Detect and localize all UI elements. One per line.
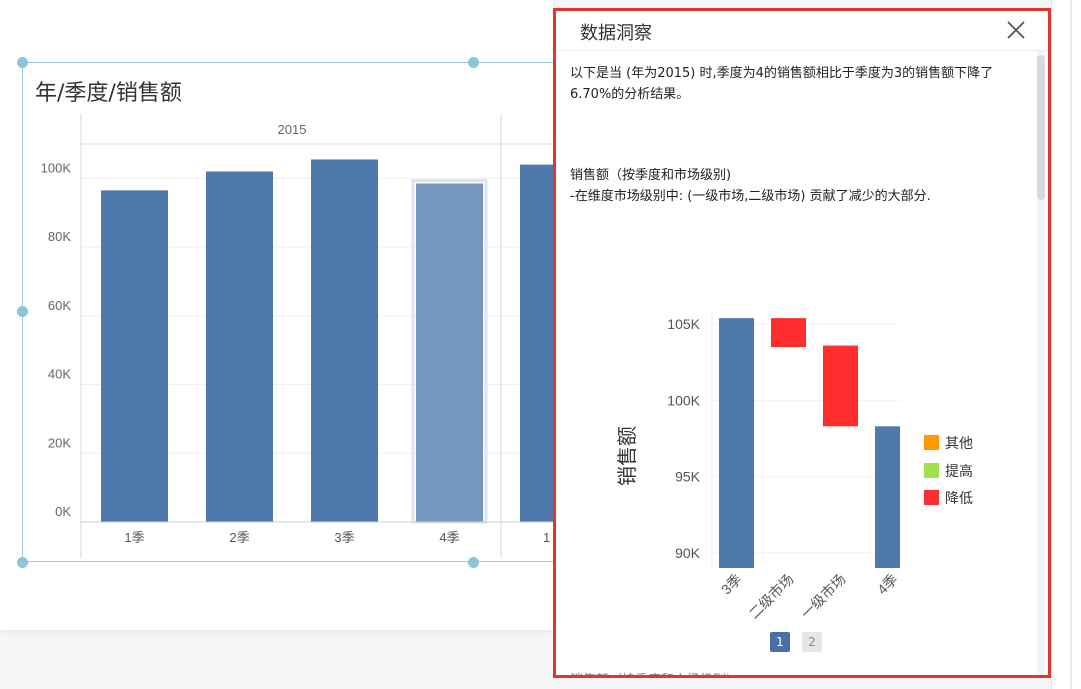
bar-next-group-partial[interactable] — [520, 164, 553, 523]
main-y-tick-label: 40K — [48, 367, 71, 382]
right-sidebar-strip — [1051, 0, 1081, 689]
waterfall-y-tick-label: 105K — [667, 316, 700, 332]
data-insight-panel: 数据洞察 以下是当 (年为2015) 时,季度为4的销售额相比于季度为3的销售额… — [553, 8, 1051, 678]
main-x-tick-label: 4季 — [439, 530, 459, 545]
bar-1季[interactable] — [101, 190, 168, 522]
main-y-tick-label: 80K — [48, 229, 71, 244]
insight-section: 销售额（按季度和市场级别) -在维度市场级别中: (一级市场,二级市场) 贡献了… — [570, 165, 1030, 207]
legend-swatch-increase — [924, 463, 939, 478]
waterfall-x-tick-label: 一级市场 — [798, 571, 849, 622]
main-y-tick-label: 0K — [55, 504, 71, 519]
main-y-tick-label: 100K — [41, 160, 72, 175]
legend-item-increase[interactable]: 提高 — [924, 461, 973, 481]
legend-label-decrease: 降低 — [945, 491, 973, 507]
legend-swatch-decrease — [924, 490, 939, 505]
legend-item-decrease[interactable]: 降低 — [924, 488, 973, 508]
legend-item-other[interactable]: 其他 — [924, 433, 973, 453]
panel-scrollbar-thumb[interactable] — [1037, 55, 1045, 200]
legend-label-increase: 提高 — [945, 464, 973, 480]
insight-summary-text: 以下是当 (年为2015) 时,季度为4的销售额相比于季度为3的销售额下降了6.… — [570, 66, 994, 102]
next-group-partial-label: 1 — [543, 530, 550, 545]
waterfall-chart: 90K 95K 100K 105K 3季 二级市场 一级市场 4季 销售额 — [616, 309, 900, 622]
close-icon — [1007, 21, 1025, 39]
waterfall-y-tick-label: 95K — [675, 469, 701, 485]
year-header-label: 2015 — [278, 122, 307, 137]
waterfall-y-axis-label: 销售额 — [616, 426, 639, 486]
waterfall-y-tick-label: 90K — [675, 545, 701, 561]
right-sidebar-divider — [1070, 0, 1072, 689]
bar-4季[interactable] — [416, 183, 483, 522]
panel-header: 数据洞察 — [556, 11, 1048, 51]
main-x-tick-label: 3季 — [334, 530, 354, 545]
waterfall-x-tick-label: 二级市场 — [746, 571, 797, 622]
main-bar-chart: 2015 0K 20K 40K 60K 80K 100K 1季 2季 3季 4季 1 — [41, 114, 553, 558]
close-button[interactable] — [1004, 18, 1028, 42]
legend-swatch-other — [924, 435, 939, 450]
waterfall-bar-一级市场[interactable] — [823, 345, 858, 427]
waterfall-bar-二级市场[interactable] — [771, 318, 806, 348]
waterfall-x-tick-label: 3季 — [718, 571, 745, 598]
bar-3季[interactable] — [311, 159, 378, 523]
main-x-tick-label: 1季 — [124, 530, 144, 545]
main-y-tick-label: 60K — [48, 298, 71, 313]
main-y-tick-label: 20K — [48, 435, 71, 450]
pagination-page-1[interactable]: 1 — [770, 632, 790, 652]
insight-intro: 以下是当 (年为2015) 时,季度为4的销售额相比于季度为3的销售额下降了6.… — [570, 63, 1030, 105]
legend-label-other: 其他 — [945, 436, 973, 452]
main-x-tick-label: 2季 — [229, 530, 249, 545]
next-section-title-truncated: 销售额（按季度和市场级别) — [570, 669, 731, 675]
waterfall-y-tick-label: 100K — [667, 392, 700, 408]
panel-title: 数据洞察 — [580, 23, 652, 44]
waterfall-x-tick-label: 4季 — [874, 571, 900, 598]
bar-2季[interactable] — [206, 171, 273, 522]
waterfall-bar-4季[interactable] — [875, 426, 900, 568]
waterfall-bar-3季[interactable] — [719, 318, 754, 568]
section-description: -在维度市场级别中: (一级市场,二级市场) 贡献了减少的大部分. — [570, 189, 931, 204]
pagination-page-2[interactable]: 2 — [802, 632, 822, 652]
section-title: 销售额（按季度和市场级别) — [570, 168, 732, 183]
